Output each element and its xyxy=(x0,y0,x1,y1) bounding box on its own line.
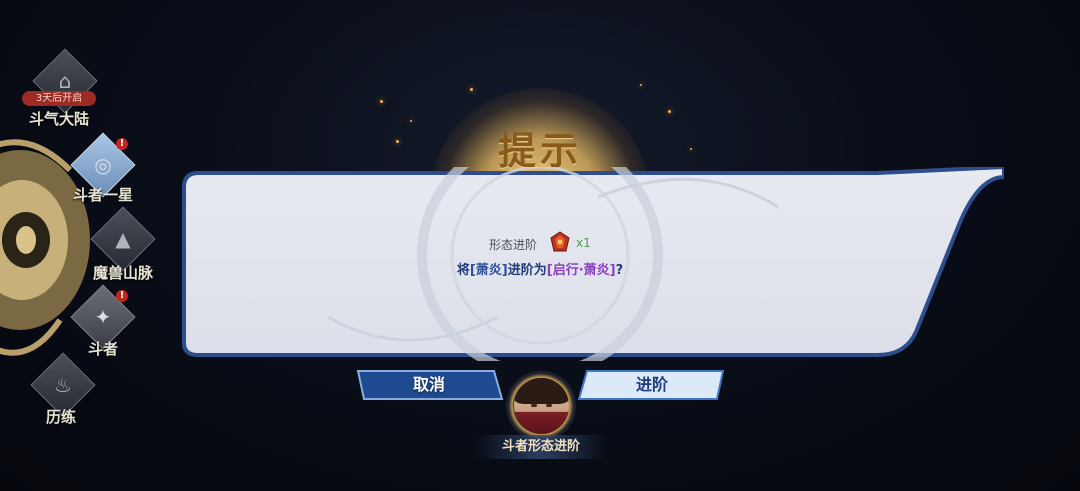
avatar-eye xyxy=(546,404,552,407)
coming-soon-badge: 3天后开启 xyxy=(22,91,96,106)
advance-question: 将[萧炎]进阶为[启行·萧炎]? xyxy=(0,259,1080,278)
question-prefix: 将 xyxy=(456,263,470,278)
mountain-icon: ▲ xyxy=(115,227,131,251)
form-advance-label: 形态进阶 xyxy=(489,238,538,252)
nav-item-label[interactable]: 斗者一星 xyxy=(38,184,168,205)
current-name: [萧炎] xyxy=(469,263,508,278)
advance-button[interactable]: 进阶 xyxy=(577,369,727,401)
question-middle: 进阶为 xyxy=(507,263,547,278)
avatar-caption: 斗者形态进阶 xyxy=(476,435,606,459)
item-quantity: x1 xyxy=(576,236,591,250)
nav-item-label[interactable]: 斗者 xyxy=(38,338,168,359)
flame-icon: ♨ xyxy=(54,373,72,397)
left-nav: ⌂ 3天后开启 斗气大陆 ◎ ! 斗者一星 ▲ 魔兽山脉 ✦ ! 斗者 ♨ 历练 xyxy=(0,0,170,491)
alert-badge: ! xyxy=(116,290,128,302)
avatar-hair xyxy=(514,378,569,404)
target-name: [启行·萧炎] xyxy=(546,263,616,278)
avatar-eye xyxy=(531,404,537,407)
red-gem-icon xyxy=(550,231,570,252)
nav-item-label[interactable]: 历练 xyxy=(0,406,126,427)
particle xyxy=(380,100,383,103)
fighter-icon: ✦ xyxy=(94,305,112,329)
cancel-button-label: 取消 xyxy=(412,375,445,394)
advance-button-label: 进阶 xyxy=(635,375,668,394)
particle xyxy=(640,84,642,86)
avatar xyxy=(514,378,569,434)
particle xyxy=(668,110,671,113)
particle xyxy=(470,88,473,91)
question-suffix: ? xyxy=(615,263,624,278)
cancel-button[interactable]: 取消 xyxy=(354,369,504,401)
